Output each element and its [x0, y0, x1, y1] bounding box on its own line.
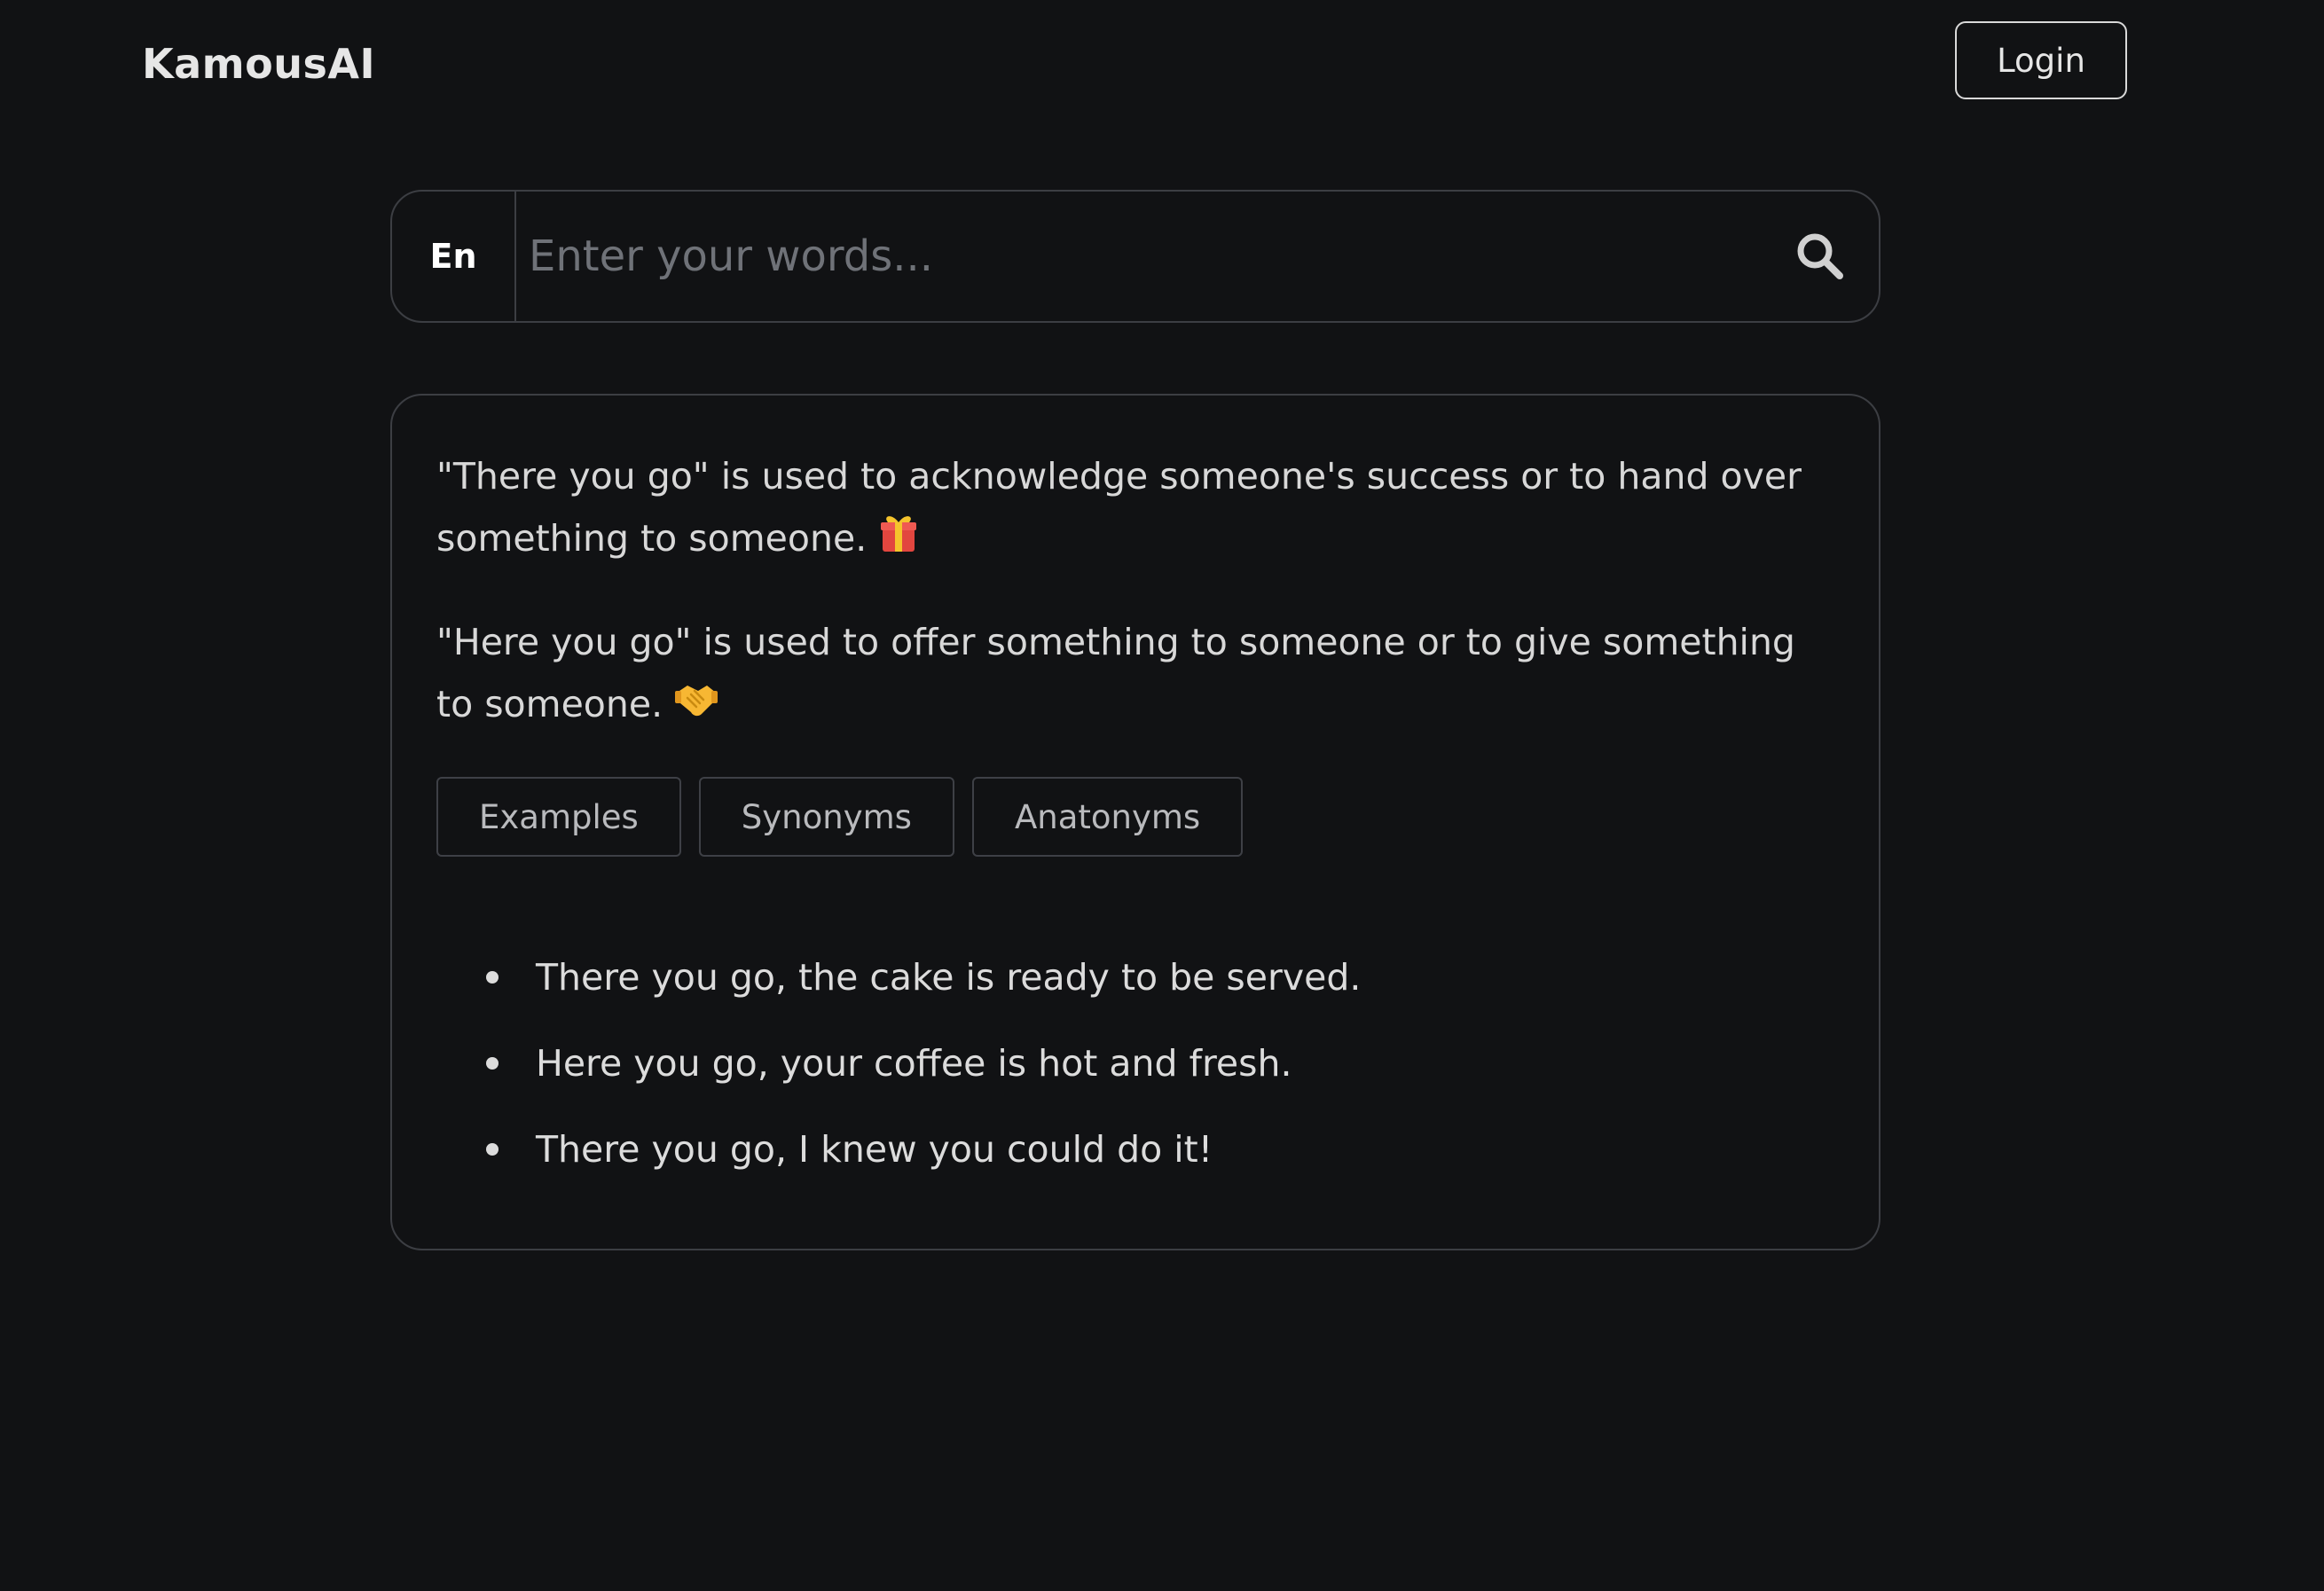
- definition-here-you-go: "Here you go" is used to offer something…: [436, 611, 1834, 738]
- search-bar: En: [390, 190, 1880, 323]
- language-toggle[interactable]: En: [392, 192, 516, 321]
- gift-icon: [879, 510, 918, 572]
- login-button[interactable]: Login: [1955, 21, 2127, 99]
- definition-there-you-go: "There you go" is used to acknowledge so…: [436, 445, 1834, 572]
- result-tabs: Examples Synonyms Anatonyms: [436, 777, 1834, 857]
- examples-list: There you go, the cake is ready to be se…: [436, 952, 1834, 1174]
- definition-text: "Here you go" is used to offer something…: [436, 621, 1795, 725]
- example-text: There you go, the cake is ready to be se…: [536, 956, 1362, 999]
- handshake-icon: [675, 676, 718, 738]
- app-root: KamousAI Login En "There you go" is used…: [0, 0, 2324, 1591]
- example-text: There you go, I knew you could do it!: [536, 1128, 1213, 1171]
- tab-synonyms[interactable]: Synonyms: [698, 777, 954, 857]
- search-icon: [1797, 233, 1843, 279]
- list-item: There you go, I knew you could do it!: [486, 1125, 1834, 1174]
- bullet-icon: [486, 1057, 499, 1070]
- definition-text: "There you go" is used to acknowledge so…: [436, 455, 1802, 560]
- search-button[interactable]: [1762, 192, 1879, 321]
- search-input[interactable]: [516, 192, 1762, 321]
- list-item: Here you go, your coffee is hot and fres…: [486, 1038, 1834, 1088]
- bullet-icon: [486, 971, 499, 984]
- result-card: "There you go" is used to acknowledge so…: [390, 394, 1880, 1250]
- tab-anatonyms[interactable]: Anatonyms: [971, 777, 1244, 857]
- example-text: Here you go, your coffee is hot and fres…: [536, 1042, 1292, 1085]
- tab-examples[interactable]: Examples: [436, 777, 681, 857]
- bullet-icon: [486, 1143, 499, 1156]
- brand-logo[interactable]: KamousAI: [142, 35, 375, 92]
- list-item: There you go, the cake is ready to be se…: [486, 952, 1834, 1002]
